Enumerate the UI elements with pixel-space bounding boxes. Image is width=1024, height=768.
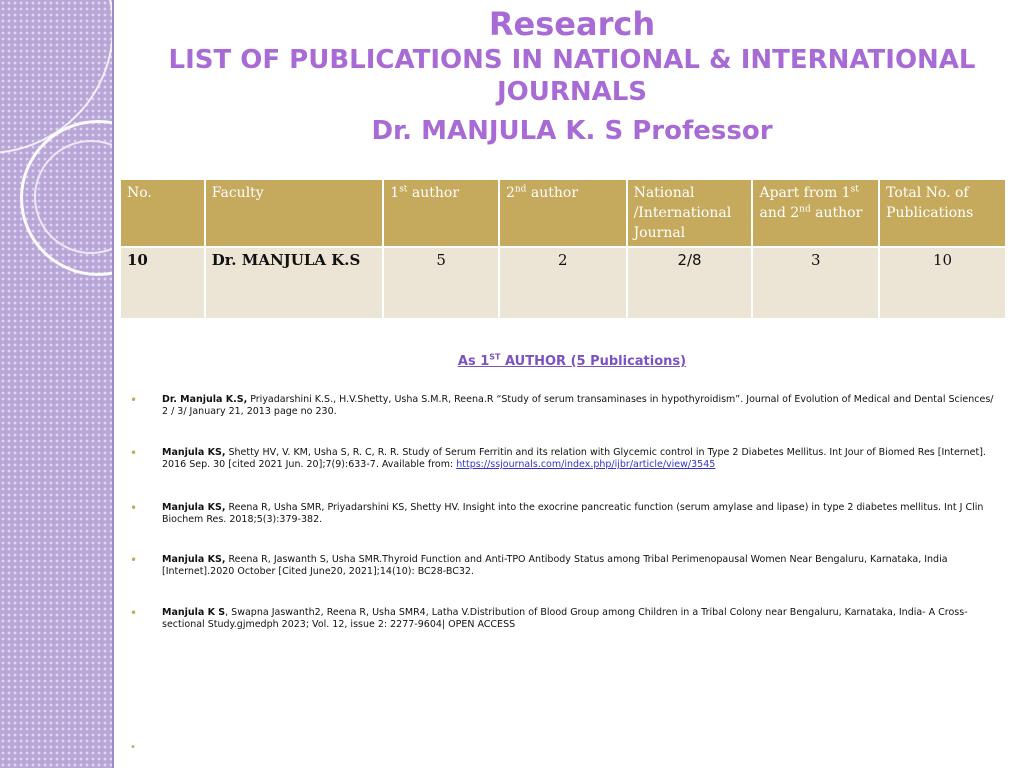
publication-summary-table: No. Faculty 1st author 2nd author Nation… [119,178,1007,320]
header-total: Total No. of Publications [878,178,1007,248]
pub-author: Dr. Manjula K.S, [162,394,248,405]
pub-citation: Reena R, Jaswanth S, Usha SMR.Thyroid Fu… [162,554,948,577]
faculty-title: Dr. MANJULA K. S Professor [371,116,773,146]
section-heading: As 1ST AUTHOR (5 Publications) [457,352,687,369]
header-second-author: 2nd author [497,178,628,248]
cell-first-author: 5 [382,246,500,320]
pub-link[interactable]: https://ssjournals.com/index.php/ijbr/ar… [456,459,715,470]
header-faculty: Faculty [203,178,385,248]
cell-faculty: Dr. MANJULA K.S [203,246,385,320]
table-header-row: No. Faculty 1st author 2nd author Nation… [119,178,1007,248]
cell-second-author: 2 [497,246,628,320]
page-subtitle: LIST OF PUBLICATIONS IN NATIONAL & INTER… [168,45,976,107]
header-first-author: 1st author [382,178,500,248]
bullet-icon: • [130,501,138,515]
sidebar-divider [112,0,114,768]
bullet-icon: • [130,553,138,567]
table-row: 10 Dr. MANJULA K.S 5 2 2/8 3 10 [119,246,1007,320]
bullet-icon: • [130,606,138,620]
cell-national-international: 2/8 [625,246,754,320]
pub-citation: Priyadarshini K.S., H.V.Shetty, Usha S.M… [162,394,994,417]
page-title: Research [488,5,656,43]
empty-bullet-icon: • [130,742,136,753]
pub-author: Manjula K S [162,607,226,618]
pub-author: Manjula KS, [162,447,226,458]
cell-no: 10 [119,246,206,320]
header-national-international: National /International Journal [625,178,754,248]
pub-citation: , Swapna Jaswanth2, Reena R, Usha SMR4, … [162,607,968,630]
pub-citation: Reena R, Usha SMR, Priyadarshini KS, She… [162,502,984,525]
pub-author: Manjula KS, [162,502,226,513]
bullet-icon: • [130,393,138,407]
header-apart-from: Apart from 1st and 2nd author [751,178,881,248]
header-no: No. [119,178,206,248]
cell-total: 10 [878,246,1007,320]
decorative-sidebar [0,0,114,768]
cell-apart-from: 3 [751,246,881,320]
pub-author: Manjula KS, [162,554,226,565]
bullet-icon: • [130,446,138,460]
